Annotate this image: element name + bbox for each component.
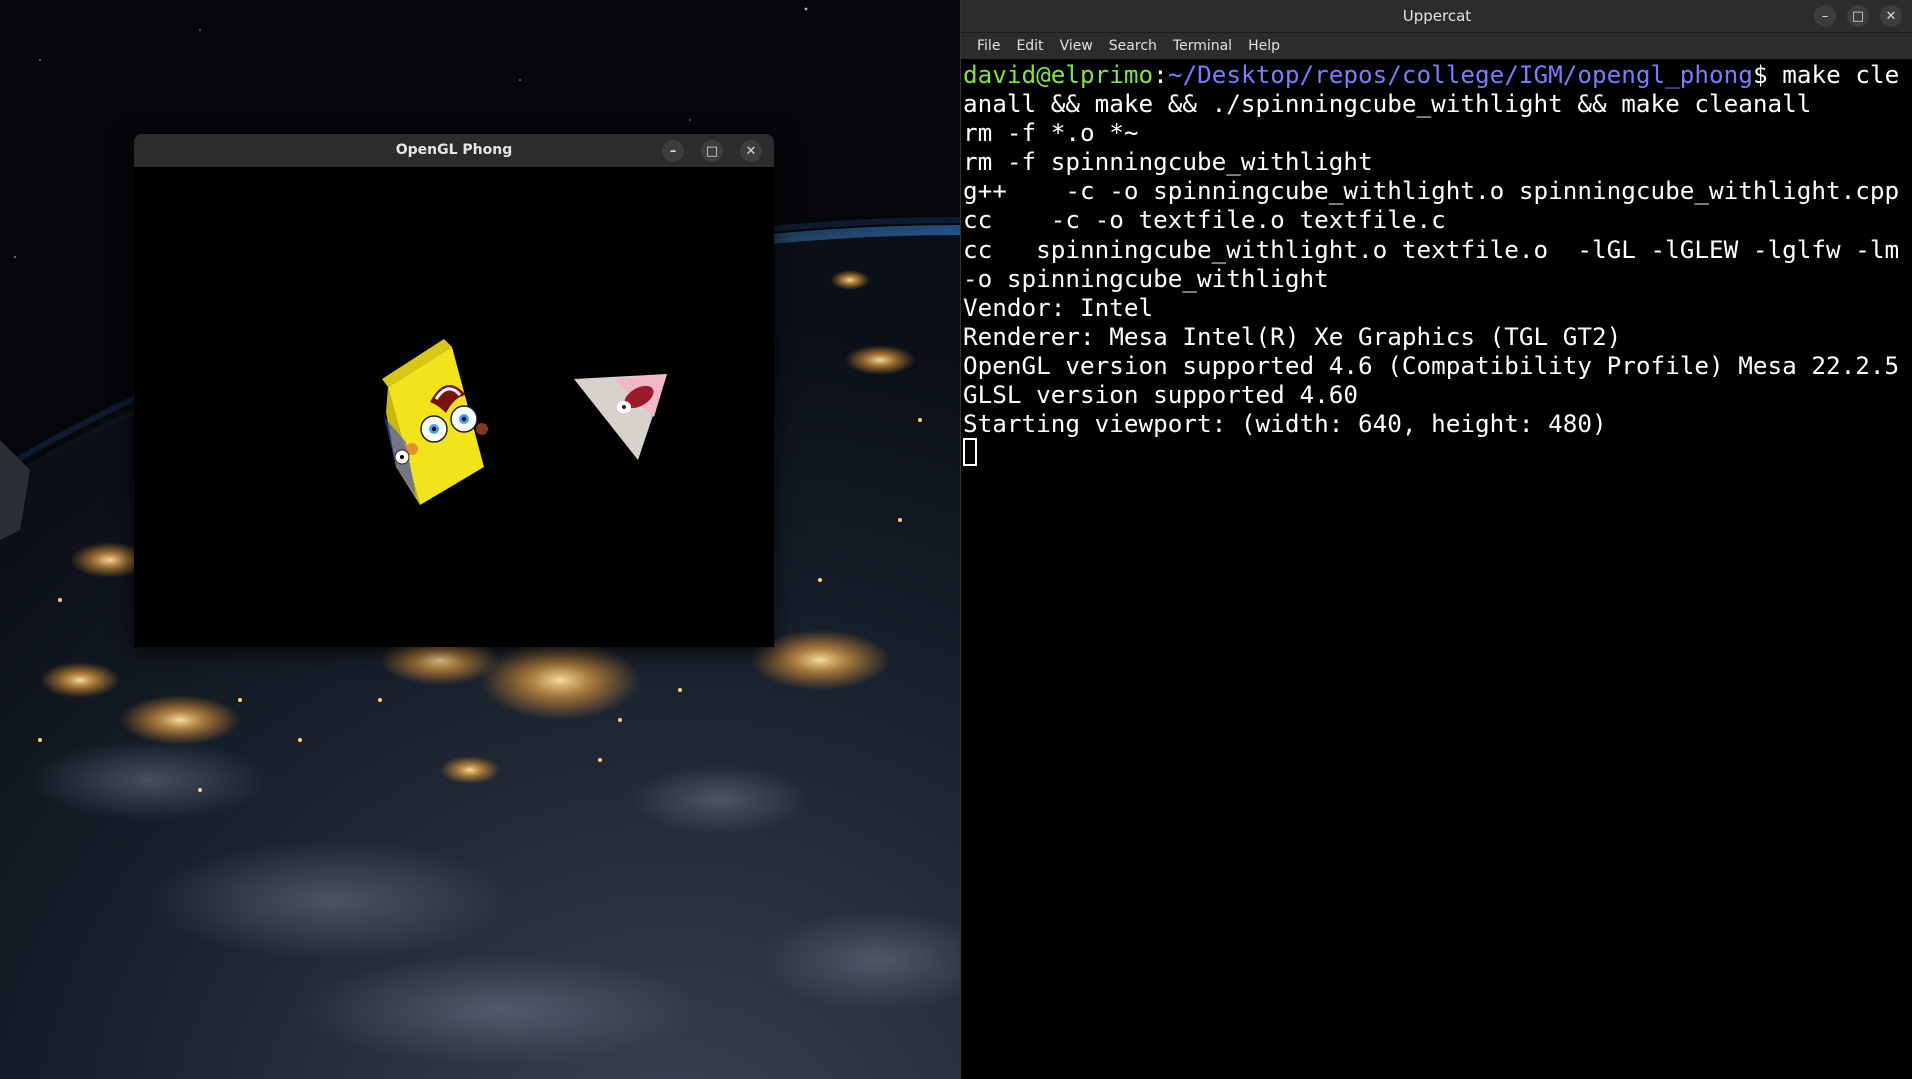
spinning-pyramid [574,374,667,460]
close-icon[interactable]: ✕ [740,140,762,162]
prompt-user: david@elprimo [963,60,1154,89]
output-line: rm -f spinningcube_withlight [963,147,1373,177]
menu-edit[interactable]: Edit [1008,38,1051,54]
minimize-icon[interactable]: – [1814,5,1836,27]
opengl-window[interactable]: OpenGL Phong – □ ✕ [134,134,774,647]
menu-file[interactable]: File [969,38,1008,54]
menu-view[interactable]: View [1052,38,1101,54]
opengl-canvas[interactable] [134,167,774,647]
output-line: cc spinningcube_withlight.o textfile.o -… [963,234,1900,293]
output-line: Renderer: Mesa Intel(R) Xe Graphics (TGL… [963,321,1622,351]
menu-help[interactable]: Help [1240,38,1288,54]
menu-terminal[interactable]: Terminal [1165,38,1240,54]
prompt-line: david@elprimo:~/Desktop/repos/college/IG… [963,60,1900,119]
opengl-titlebar[interactable]: OpenGL Phong – □ ✕ [134,134,774,168]
terminal-cursor [963,438,977,467]
terminal-window[interactable]: Uppercat – □ ✕ File Edit View Search Ter… [960,0,1912,1079]
prompt-symbol: $ [1752,60,1783,89]
close-icon[interactable]: ✕ [1880,5,1902,27]
output-line: Vendor: Intel [963,292,1154,322]
output-line: OpenGL version supported 4.6 (Compatibil… [963,350,1900,380]
terminal-output[interactable]: david@elprimo:~/Desktop/repos/college/IG… [963,60,1905,1079]
minimize-icon[interactable]: – [662,140,684,162]
output-line: Starting viewport: (width: 640, height: … [963,409,1607,439]
terminal-menubar: File Edit View Search Terminal Help [961,33,1912,59]
terminal-window-title: Uppercat [1402,7,1472,25]
maximize-icon[interactable]: □ [1847,5,1869,27]
menu-search[interactable]: Search [1101,38,1165,54]
terminal-titlebar[interactable]: Uppercat – □ ✕ [961,0,1912,33]
maximize-icon[interactable]: □ [701,140,723,162]
prompt-path: ~/Desktop/repos/college/IGM/opengl_phong [1167,60,1753,89]
output-line: g++ -c -o spinningcube_withlight.o spinn… [963,176,1900,206]
output-line: rm -f *.o *~ [963,118,1139,148]
output-line: cc -c -o textfile.o textfile.c [963,205,1446,235]
spinning-cube [382,339,488,505]
output-line: GLSL version supported 4.60 [963,380,1358,410]
